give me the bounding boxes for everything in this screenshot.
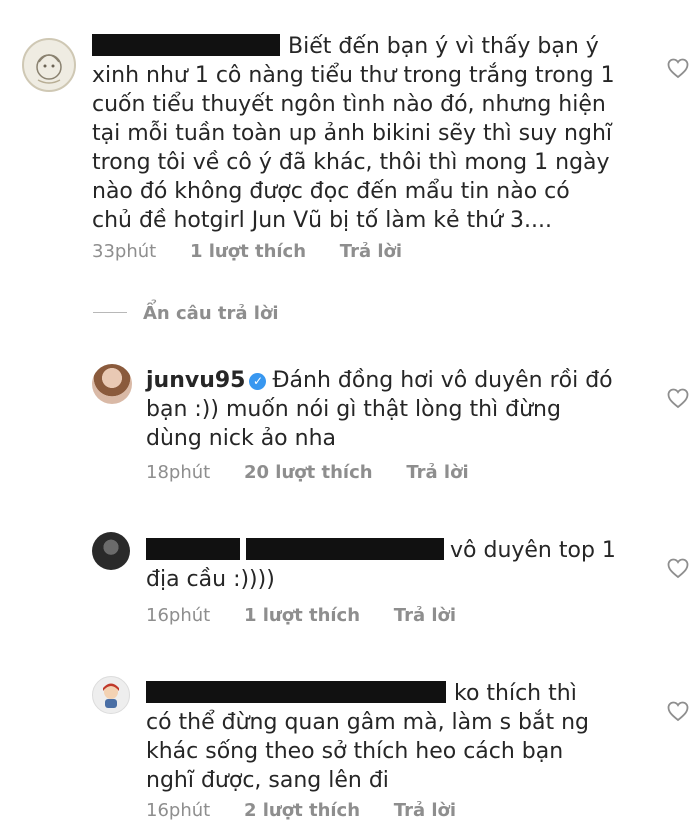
comment-line: cuốn tiểu thuyết ngôn tình nào đó, nhưng…: [92, 92, 606, 117]
heart-icon[interactable]: [666, 556, 690, 580]
comment-line: Đánh đồng hơi vô duyên rồi đó: [272, 368, 613, 393]
avatar-illustration-icon: [36, 54, 62, 84]
like-count[interactable]: 1 lượt thích: [244, 605, 360, 626]
reply-button[interactable]: Trả lời: [394, 605, 456, 626]
comment-time: 16phút: [146, 800, 211, 821]
comment-line: ko thích thì: [454, 681, 577, 706]
avatar[interactable]: [92, 532, 130, 570]
reply-button[interactable]: Trả lời: [406, 462, 468, 483]
comment-line: khác sống theo sở thích heo cách bạn: [146, 739, 564, 764]
avatar[interactable]: [92, 364, 132, 404]
redacted-username: [146, 681, 446, 703]
comment-line: vô duyên top 1: [450, 538, 616, 563]
like-count[interactable]: 20 lượt thích: [244, 462, 373, 483]
comment-time: 16phút: [146, 605, 211, 626]
comment-line: dùng nick ảo nha: [146, 426, 336, 451]
comment-meta: 16phút 2 lượt thích Trả lời: [146, 800, 484, 821]
hide-replies-label: Ẩn câu trả lời: [143, 303, 279, 324]
reply-button[interactable]: Trả lời: [340, 241, 402, 262]
avatar-cartoon-icon: [103, 683, 119, 708]
redacted-text: [246, 538, 444, 560]
hide-replies-button[interactable]: Ẩn câu trả lời: [93, 303, 279, 331]
comment-line: nào đó không được đọc đến mẩu tin nào có: [92, 179, 570, 204]
comment-meta: 33phút 1 lượt thích Trả lời: [92, 241, 430, 262]
comment-line: nghĩ được, sang lên đi: [146, 768, 389, 793]
comment-line: địa cầu :)))): [146, 567, 275, 592]
comment-line: tại mỗi tuần toàn up ảnh bikini sẽy thì …: [92, 121, 613, 146]
redacted-username: [92, 34, 280, 56]
comment-line: Biết đến bạn ý vì thấy bạn ý: [288, 34, 599, 59]
comment-time: 33phút: [92, 241, 157, 262]
like-count[interactable]: 1 lượt thích: [190, 241, 306, 262]
heart-icon[interactable]: [666, 386, 690, 410]
comment-line: xinh như 1 cô nàng tiểu thư trong trắng …: [92, 63, 615, 88]
comment-line: trong tôi về cô ý đã khác, thôi thì mong…: [92, 150, 610, 175]
avatar[interactable]: [92, 676, 130, 714]
comment-meta: 18phút 20 lượt thích Trả lời: [146, 462, 497, 483]
comment-meta: 16phút 1 lượt thích Trả lời: [146, 605, 484, 626]
comment-time: 18phút: [146, 462, 211, 483]
comment-line: chủ đề hotgirl Jun Vũ bị tố làm kẻ thứ 3…: [92, 208, 552, 233]
avatar[interactable]: [22, 38, 76, 92]
redacted-username: [146, 538, 240, 560]
comment-line: có thể đừng quan gâm mà, làm s bắt ng: [146, 710, 589, 735]
like-count[interactable]: 2 lượt thích: [244, 800, 360, 821]
reply-button[interactable]: Trả lời: [394, 800, 456, 821]
username[interactable]: junvu95: [146, 368, 245, 393]
heart-icon[interactable]: [666, 56, 690, 80]
heart-icon[interactable]: [666, 699, 690, 723]
divider: [93, 312, 127, 313]
verified-badge-icon: ✓: [249, 373, 267, 390]
comment-line: bạn :)) muốn nói gì thật lòng thì đừng: [146, 397, 561, 422]
